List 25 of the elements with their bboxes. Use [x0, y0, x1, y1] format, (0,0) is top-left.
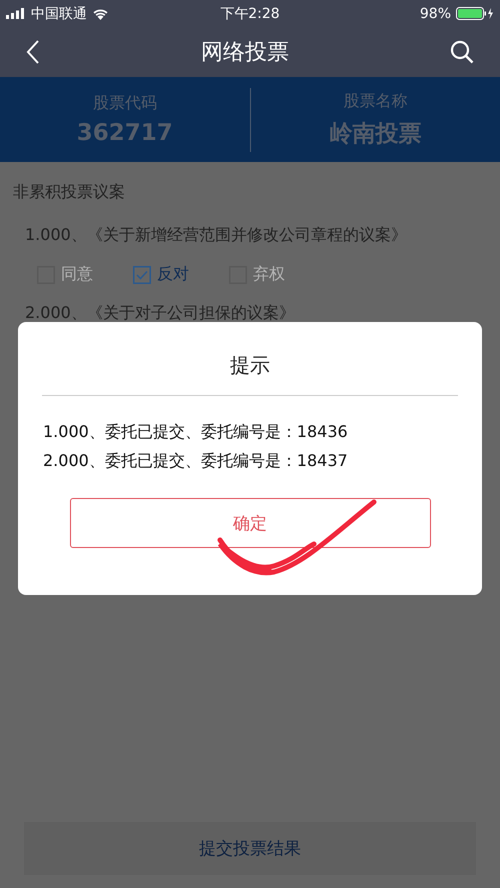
checkbox[interactable]: [133, 266, 151, 284]
option-label: 弃权: [253, 264, 285, 285]
dialog-title: 提示: [230, 352, 270, 379]
stock-label: 股票名称: [343, 90, 408, 112]
proposal-title: 2.000、《关于对子公司担保的议案》: [25, 303, 295, 324]
stock-value: 岭南投票: [329, 120, 422, 148]
back-icon[interactable]: [26, 40, 40, 64]
clock-time: 下午2:28: [220, 4, 280, 22]
stock-value: 362717: [76, 120, 173, 146]
wifi-icon: [92, 8, 109, 20]
search-icon[interactable]: [450, 40, 474, 64]
option-label: 同意: [61, 264, 93, 285]
section-title: 非累积投票议案: [13, 182, 125, 203]
message-line: 1.000、委托已提交、委托编号是：18436: [43, 422, 349, 443]
message-line: 2.000、委托已提交、委托编号是：18437: [43, 451, 349, 472]
confirm-button[interactable]: 确定: [70, 498, 430, 548]
carrier-name: 中国联通: [31, 4, 87, 22]
stock-label: 股票代码: [92, 93, 157, 114]
submit-button[interactable]: 提交投票结果: [24, 822, 476, 875]
signal-icon: [6, 8, 26, 19]
battery-percent: 98%: [420, 6, 451, 22]
page-title: 网络投票: [201, 39, 289, 67]
battery-icon: [456, 7, 494, 20]
proposal-title: 1.000、《关于新增经营范围并修改公司章程的议案》: [25, 225, 407, 246]
option-label: 反对: [157, 264, 189, 285]
